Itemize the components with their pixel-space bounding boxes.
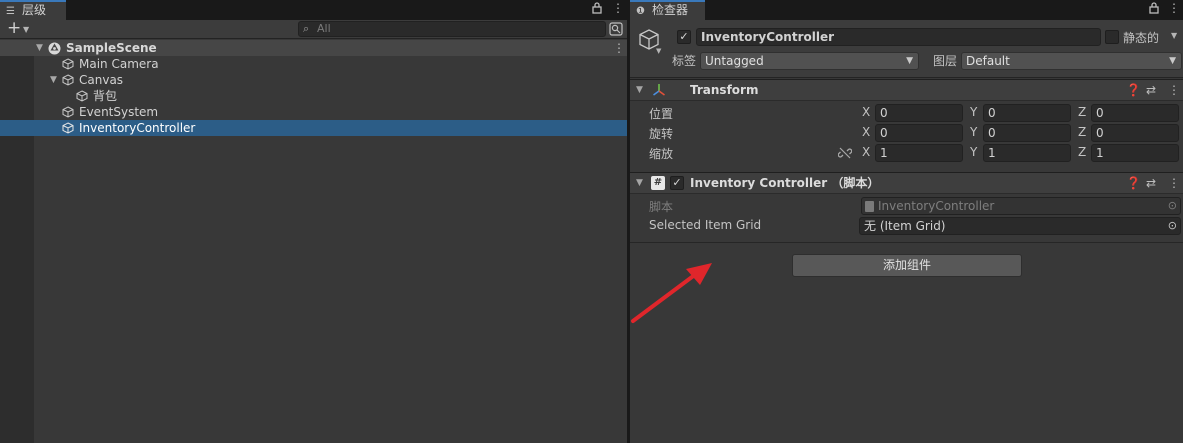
- script-icon: #: [651, 176, 665, 190]
- static-checkbox[interactable]: [1105, 30, 1119, 44]
- component-menu-icon[interactable]: ⋮: [1168, 80, 1180, 100]
- selected-item-grid-field[interactable]: 无 (Item Grid) ⊙: [859, 217, 1181, 235]
- more-options-icon[interactable]: ⋮: [1168, 1, 1180, 15]
- scene-row[interactable]: ▼ SampleScene ⋮: [0, 40, 627, 56]
- gameobject-icon: [62, 122, 74, 134]
- fold-arrow-icon[interactable]: ▼: [636, 80, 643, 100]
- scale-y-field[interactable]: 1: [983, 144, 1071, 162]
- position-row: 位置 X 0 Y 0 Z 0: [630, 103, 1183, 123]
- add-button[interactable]: +: [7, 19, 21, 37]
- component-enabled-checkbox[interactable]: ✓: [670, 176, 684, 190]
- component-title: Transform: [690, 83, 759, 97]
- rotation-x-field[interactable]: 0: [875, 124, 963, 142]
- list-item[interactable]: Main Camera: [0, 56, 627, 72]
- scene-label: SampleScene: [66, 41, 157, 55]
- preset-icon[interactable]: ⇄: [1146, 173, 1156, 193]
- divider: [630, 242, 1183, 243]
- script-component-header[interactable]: ▼ # ✓ Inventory Controller （脚本） ❓ ⇄ ⋮: [630, 172, 1183, 194]
- icon-dropdown-arrow[interactable]: ▼: [656, 47, 661, 55]
- chevron-down-icon: ▼: [906, 56, 913, 66]
- scene-menu-icon[interactable]: ⋮: [613, 40, 625, 56]
- search-input[interactable]: ⌕ All: [298, 21, 606, 37]
- help-icon[interactable]: ❓: [1126, 173, 1141, 193]
- chevron-down-icon: ▼: [1169, 56, 1176, 66]
- layer-dropdown[interactable]: Default ▼: [961, 52, 1182, 70]
- object-picker-icon[interactable]: ⊙: [1168, 218, 1177, 234]
- unity-scene-icon: [48, 42, 61, 55]
- list-item[interactable]: ▼ Canvas: [0, 72, 627, 88]
- selected-item-grid-row: Selected Item Grid 无 (Item Grid) ⊙: [630, 216, 1183, 236]
- list-item[interactable]: 背包: [0, 88, 627, 104]
- fold-arrow-icon[interactable]: ▼: [636, 173, 643, 193]
- rotation-y-field[interactable]: 0: [983, 124, 1071, 142]
- gameobject-icon: [62, 58, 74, 70]
- object-picker-icon: ⊙: [1167, 199, 1177, 212]
- search-filter-icon[interactable]: [609, 22, 623, 36]
- preset-icon[interactable]: ⇄: [1146, 80, 1156, 100]
- inspector-tabbar: [630, 0, 1183, 20]
- static-dropdown-icon[interactable]: ▼: [1171, 31, 1177, 40]
- lock-icon[interactable]: [1149, 2, 1159, 17]
- position-y-field[interactable]: 0: [983, 104, 1071, 122]
- gameobject-icon: [62, 106, 74, 118]
- position-z-field[interactable]: 0: [1091, 104, 1179, 122]
- component-menu-icon[interactable]: ⋮: [1168, 173, 1180, 193]
- tab-inspector[interactable]: ❶ 检查器: [630, 0, 705, 20]
- script-file-icon: [865, 201, 874, 212]
- add-component-button[interactable]: 添加组件: [792, 254, 1022, 277]
- script-row: 脚本 InventoryController ⊙: [630, 196, 1183, 216]
- search-icon: ⌕: [303, 22, 310, 35]
- scale-row: 缩放 X 1 Y 1 Z 1: [630, 143, 1183, 163]
- chevron-down-icon[interactable]: ▼: [23, 25, 29, 34]
- active-checkbox[interactable]: ✓: [677, 30, 691, 44]
- expand-arrow-icon[interactable]: ▼: [36, 40, 43, 56]
- more-options-icon[interactable]: ⋮: [612, 1, 624, 15]
- position-x-field[interactable]: 0: [875, 104, 963, 122]
- layer-label: 图层: [933, 54, 958, 68]
- script-reference-field: InventoryController ⊙: [861, 197, 1181, 215]
- help-icon[interactable]: ❓: [1126, 80, 1141, 100]
- info-icon: ❶: [636, 6, 645, 17]
- static-label: 静态的: [1123, 31, 1160, 45]
- object-name-field[interactable]: InventoryController: [696, 28, 1101, 46]
- gameobject-icon: [62, 74, 74, 86]
- list-item[interactable]: EventSystem: [0, 104, 627, 120]
- hierarchy-tabbar: [0, 0, 627, 20]
- link-icon[interactable]: [837, 146, 853, 160]
- transform-header[interactable]: ▼ Transform ❓ ⇄ ⋮: [630, 79, 1183, 101]
- scale-z-field[interactable]: 1: [1091, 144, 1179, 162]
- list-item-selected[interactable]: InventoryController: [0, 120, 627, 136]
- expand-arrow-icon[interactable]: ▼: [50, 72, 57, 88]
- component-title: Inventory Controller （脚本）: [690, 176, 880, 190]
- hierarchy-panel: ☰ 层级 ⋮ + ▼ ⌕ All ▼ SampleScene ⋮ Main Cam…: [0, 0, 627, 443]
- rotation-row: 旋转 X 0 Y 0 Z 0: [630, 123, 1183, 143]
- inspector-panel: ❶ 检查器 ⋮ ▼ ✓ InventoryController 静态的 ▼ 标签 …: [630, 0, 1183, 443]
- rotation-z-field[interactable]: 0: [1091, 124, 1179, 142]
- transform-icon: [652, 83, 666, 97]
- scale-x-field[interactable]: 1: [875, 144, 963, 162]
- annotation-arrow: [631, 263, 712, 323]
- tag-label: 标签: [672, 54, 697, 68]
- tag-dropdown[interactable]: Untagged ▼: [700, 52, 919, 70]
- gameobject-icon: [76, 90, 88, 102]
- lock-icon[interactable]: [592, 2, 602, 17]
- tab-hierarchy[interactable]: ☰ 层级: [0, 0, 66, 20]
